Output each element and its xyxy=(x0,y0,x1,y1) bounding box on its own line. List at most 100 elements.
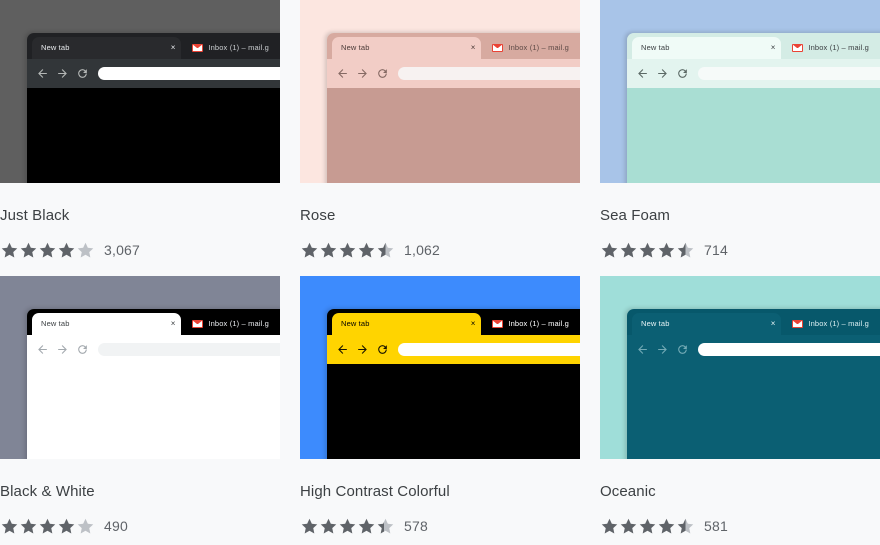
inactive-tab-title: Inbox (1) – mail.g xyxy=(508,44,570,52)
theme-preview-thumbnail[interactable]: New tab × Inbox (1) – mail.g xyxy=(300,0,580,183)
close-icon[interactable]: × xyxy=(471,320,476,328)
inactive-tab[interactable]: Inbox (1) – mail.g xyxy=(783,37,880,59)
back-arrow-icon[interactable] xyxy=(336,67,349,80)
theme-title: High Contrast Colorful xyxy=(300,483,450,500)
forward-arrow-icon[interactable] xyxy=(356,67,369,80)
star-rating xyxy=(0,241,95,260)
star-icon xyxy=(639,518,656,533)
star-rating xyxy=(600,517,695,536)
theme-card[interactable]: New tab × Inbox (1) – mail.g xyxy=(0,276,280,536)
star-rating xyxy=(300,241,395,260)
address-bar[interactable] xyxy=(98,67,280,80)
active-tab[interactable]: New tab × xyxy=(332,313,482,335)
page-content-area xyxy=(327,364,580,459)
back-arrow-icon[interactable] xyxy=(36,67,49,80)
forward-arrow-icon[interactable] xyxy=(56,343,69,356)
active-tab-title: New tab xyxy=(641,320,670,328)
reload-icon[interactable] xyxy=(676,67,689,80)
inactive-tab-title: Inbox (1) – mail.g xyxy=(808,320,870,328)
inactive-tab-title: Inbox (1) – mail.g xyxy=(808,44,870,52)
star-icon xyxy=(358,518,375,533)
star-icon xyxy=(620,518,637,533)
theme-card[interactable]: New tab × Inbox (1) – mail.g xyxy=(600,0,880,260)
address-bar[interactable] xyxy=(398,67,580,80)
active-tab[interactable]: New tab × xyxy=(332,37,482,59)
active-tab[interactable]: New tab × xyxy=(632,313,782,335)
forward-arrow-icon[interactable] xyxy=(56,67,69,80)
address-bar[interactable] xyxy=(698,67,880,80)
active-tab-title: New tab xyxy=(341,44,370,52)
close-icon[interactable]: × xyxy=(471,44,476,52)
star-icon xyxy=(58,518,75,533)
browser-mockup: New tab × Inbox (1) – mail.g xyxy=(327,309,580,459)
theme-card[interactable]: New tab × Inbox (1) – mail.g xyxy=(0,0,280,260)
theme-card[interactable]: New tab × Inbox (1) – mail.g xyxy=(300,0,580,260)
inactive-tab[interactable]: Inbox (1) – mail.g xyxy=(183,37,280,59)
star-icon xyxy=(20,518,37,533)
reload-icon[interactable] xyxy=(76,343,89,356)
active-tab[interactable]: New tab × xyxy=(32,313,182,335)
gmail-icon xyxy=(192,44,204,52)
close-icon[interactable]: × xyxy=(771,44,776,52)
rating-count: 490 xyxy=(104,517,128,534)
inactive-tab[interactable]: Inbox (1) – mail.g xyxy=(783,313,880,335)
star-icon xyxy=(1,242,18,257)
theme-preview-thumbnail[interactable]: New tab × Inbox (1) – mail.g xyxy=(0,276,280,459)
address-bar[interactable] xyxy=(98,343,280,356)
forward-arrow-icon[interactable] xyxy=(656,67,669,80)
reload-icon[interactable] xyxy=(76,67,89,80)
theme-title: Sea Foam xyxy=(600,207,670,224)
theme-preview-thumbnail[interactable]: New tab × Inbox (1) – mail.g xyxy=(0,0,280,183)
theme-title: Just Black xyxy=(0,207,70,224)
reload-icon[interactable] xyxy=(376,343,389,356)
star-icon xyxy=(301,242,318,257)
reload-icon[interactable] xyxy=(676,343,689,356)
star-rating xyxy=(300,517,395,536)
theme-title: Rose xyxy=(300,207,336,224)
star-icon xyxy=(77,518,94,533)
star-icon xyxy=(339,518,356,533)
gmail-icon xyxy=(192,320,204,328)
theme-preview-thumbnail[interactable]: New tab × Inbox (1) – mail.g xyxy=(600,276,880,459)
rating-count: 1,062 xyxy=(404,241,441,258)
theme-preview-thumbnail[interactable]: New tab × Inbox (1) – mail.g xyxy=(600,0,880,183)
back-arrow-icon[interactable] xyxy=(636,343,649,356)
theme-title: Oceanic xyxy=(600,483,656,500)
address-bar[interactable] xyxy=(398,343,580,356)
active-tab-title: New tab xyxy=(41,44,70,52)
address-bar[interactable] xyxy=(698,343,880,356)
inactive-tab[interactable]: Inbox (1) – mail.g xyxy=(183,313,280,335)
star-icon xyxy=(20,242,37,257)
rating-row: 714 xyxy=(600,240,880,260)
browser-toolbar xyxy=(627,335,880,364)
star-icon xyxy=(377,242,394,257)
rating-row: 581 xyxy=(600,516,880,536)
tab-strip: New tab × Inbox (1) – mail.g xyxy=(327,309,580,335)
rating-row: 490 xyxy=(0,516,280,536)
close-icon[interactable]: × xyxy=(171,44,176,52)
close-icon[interactable]: × xyxy=(771,320,776,328)
theme-card[interactable]: New tab × Inbox (1) – mail.g xyxy=(300,276,580,536)
back-arrow-icon[interactable] xyxy=(636,67,649,80)
star-rating xyxy=(0,517,95,536)
page-content-area xyxy=(27,88,280,183)
star-rating xyxy=(600,241,695,260)
rating-row: 3,067 xyxy=(0,240,280,260)
browser-mockup: New tab × Inbox (1) – mail.g xyxy=(627,309,880,459)
gmail-icon xyxy=(492,44,504,52)
rating-row: 1,062 xyxy=(300,240,580,260)
back-arrow-icon[interactable] xyxy=(336,343,349,356)
inactive-tab[interactable]: Inbox (1) – mail.g xyxy=(483,313,580,335)
tab-strip: New tab × Inbox (1) – mail.g xyxy=(27,33,280,59)
page-content-area xyxy=(27,364,280,459)
close-icon[interactable]: × xyxy=(171,320,176,328)
forward-arrow-icon[interactable] xyxy=(656,343,669,356)
inactive-tab[interactable]: Inbox (1) – mail.g xyxy=(483,37,580,59)
active-tab[interactable]: New tab × xyxy=(632,37,782,59)
reload-icon[interactable] xyxy=(376,67,389,80)
active-tab[interactable]: New tab × xyxy=(32,37,182,59)
forward-arrow-icon[interactable] xyxy=(356,343,369,356)
theme-preview-thumbnail[interactable]: New tab × Inbox (1) – mail.g xyxy=(300,276,580,459)
back-arrow-icon[interactable] xyxy=(36,343,49,356)
theme-card[interactable]: New tab × Inbox (1) – mail.g xyxy=(600,276,880,536)
